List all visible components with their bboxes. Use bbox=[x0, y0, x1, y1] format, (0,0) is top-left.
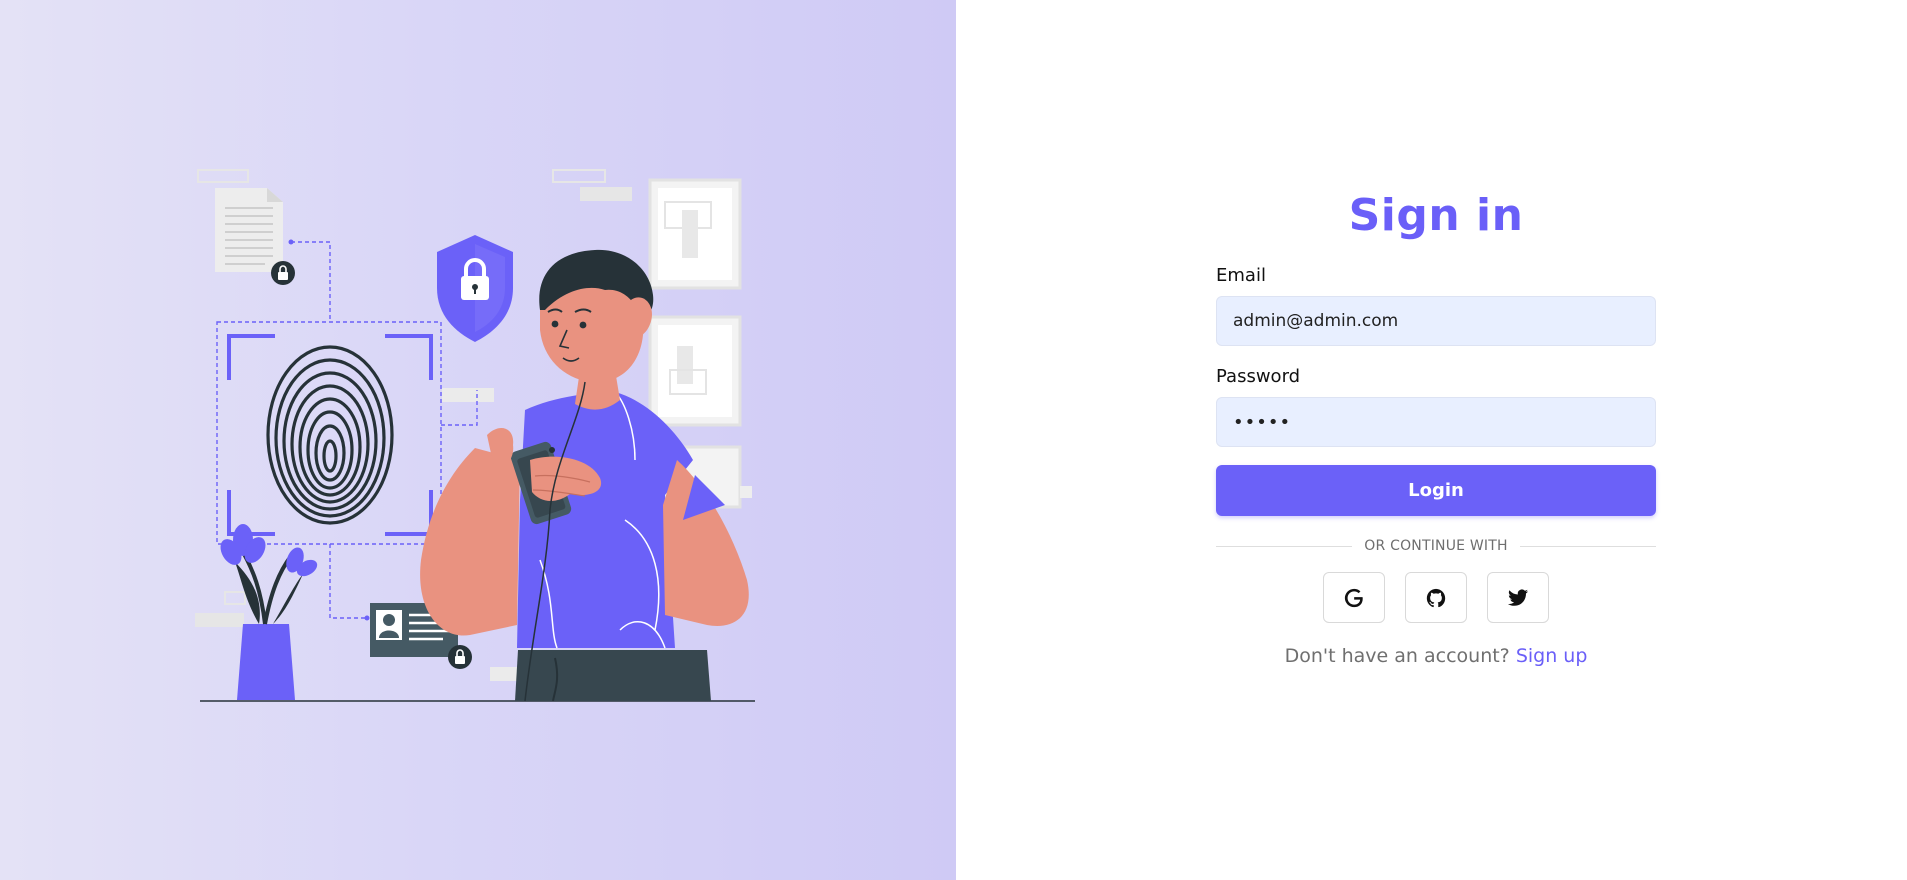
password-label: Password bbox=[1216, 366, 1301, 387]
illustration-panel bbox=[0, 0, 956, 880]
page-title: Sign in bbox=[1348, 190, 1524, 241]
divider-line-left bbox=[1216, 545, 1353, 547]
email-field[interactable] bbox=[1216, 296, 1656, 346]
signup-prompt: Don't have an account? bbox=[1284, 645, 1510, 667]
signup-row: Don't have an account? Sign up bbox=[1216, 645, 1656, 667]
divider-line-right bbox=[1519, 545, 1657, 547]
github-icon bbox=[1426, 588, 1446, 607]
github-login-button[interactable] bbox=[1405, 572, 1467, 623]
signup-link[interactable]: Sign up bbox=[1516, 645, 1588, 667]
social-login-row bbox=[1216, 572, 1656, 623]
password-group: Password bbox=[1216, 366, 1656, 447]
login-form: Sign in Email Password Login OR CONTINUE… bbox=[1216, 190, 1657, 667]
divider: OR CONTINUE WITH bbox=[1216, 538, 1657, 554]
password-field[interactable] bbox=[1216, 397, 1656, 447]
login-panel: Sign in Email Password Login OR CONTINUE… bbox=[956, 0, 1907, 880]
security-illustration bbox=[195, 169, 755, 702]
google-icon bbox=[1344, 588, 1363, 607]
twitter-login-button[interactable] bbox=[1487, 572, 1549, 623]
divider-text: OR CONTINUE WITH bbox=[1364, 538, 1508, 554]
email-label: Email bbox=[1216, 265, 1266, 286]
google-login-button[interactable] bbox=[1323, 572, 1385, 623]
login-button[interactable]: Login bbox=[1216, 465, 1656, 516]
twitter-icon bbox=[1507, 588, 1529, 606]
email-group: Email bbox=[1216, 265, 1656, 346]
